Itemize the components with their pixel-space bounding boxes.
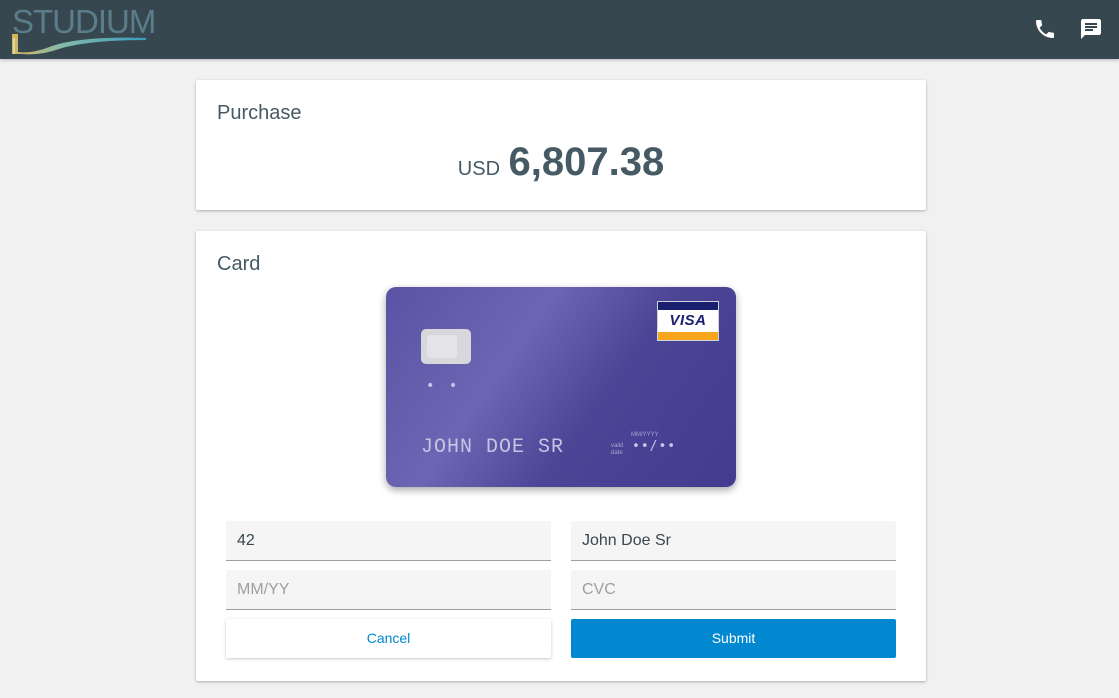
purchase-title: Purchase bbox=[217, 102, 302, 124]
valid-label-line2: date bbox=[611, 450, 623, 456]
valid-date-label: valid date bbox=[611, 443, 623, 457]
submit-button[interactable]: Submit bbox=[571, 619, 896, 658]
card-holder-preview: JOHN DOE SR bbox=[421, 436, 565, 459]
card-number-preview: • • bbox=[426, 378, 461, 394]
expiry-input[interactable]: MM/YY bbox=[226, 570, 551, 610]
valid-label-line1: valid bbox=[611, 443, 624, 449]
studium-logo[interactable]: STUDIUM bbox=[12, 4, 156, 56]
chat-icon[interactable] bbox=[1079, 17, 1103, 41]
cancel-button[interactable]: Cancel bbox=[226, 619, 551, 658]
logo-wave-graphic bbox=[12, 34, 146, 55]
cardholder-name-input[interactable]: John Doe Sr bbox=[571, 521, 896, 561]
purchase-amount: USD 6,807.38 bbox=[196, 140, 926, 185]
top-app-bar: STUDIUM bbox=[0, 0, 1119, 59]
phone-icon[interactable] bbox=[1033, 17, 1057, 41]
currency-code: USD bbox=[457, 158, 501, 180]
visa-logo-icon: VISA bbox=[657, 301, 719, 341]
visa-brand-text: VISA bbox=[669, 312, 707, 329]
amount-value: 6,807.38 bbox=[508, 140, 665, 184]
cvc-input[interactable]: CVC bbox=[571, 570, 896, 610]
card-number-input[interactable]: 42 bbox=[226, 521, 551, 561]
card-expiry-preview: ••/•• bbox=[632, 439, 677, 454]
expiry-format-hint: MM/YYYY bbox=[631, 432, 659, 438]
card-title: Card bbox=[217, 253, 261, 275]
card-panel: Card • • JOHN DOE SR MM/YYYY valid date … bbox=[196, 231, 926, 681]
purchase-panel: Purchase USD 6,807.38 bbox=[196, 80, 926, 210]
card-chip-icon bbox=[421, 329, 471, 364]
credit-card-preview: • • JOHN DOE SR MM/YYYY valid date ••/••… bbox=[386, 287, 736, 487]
